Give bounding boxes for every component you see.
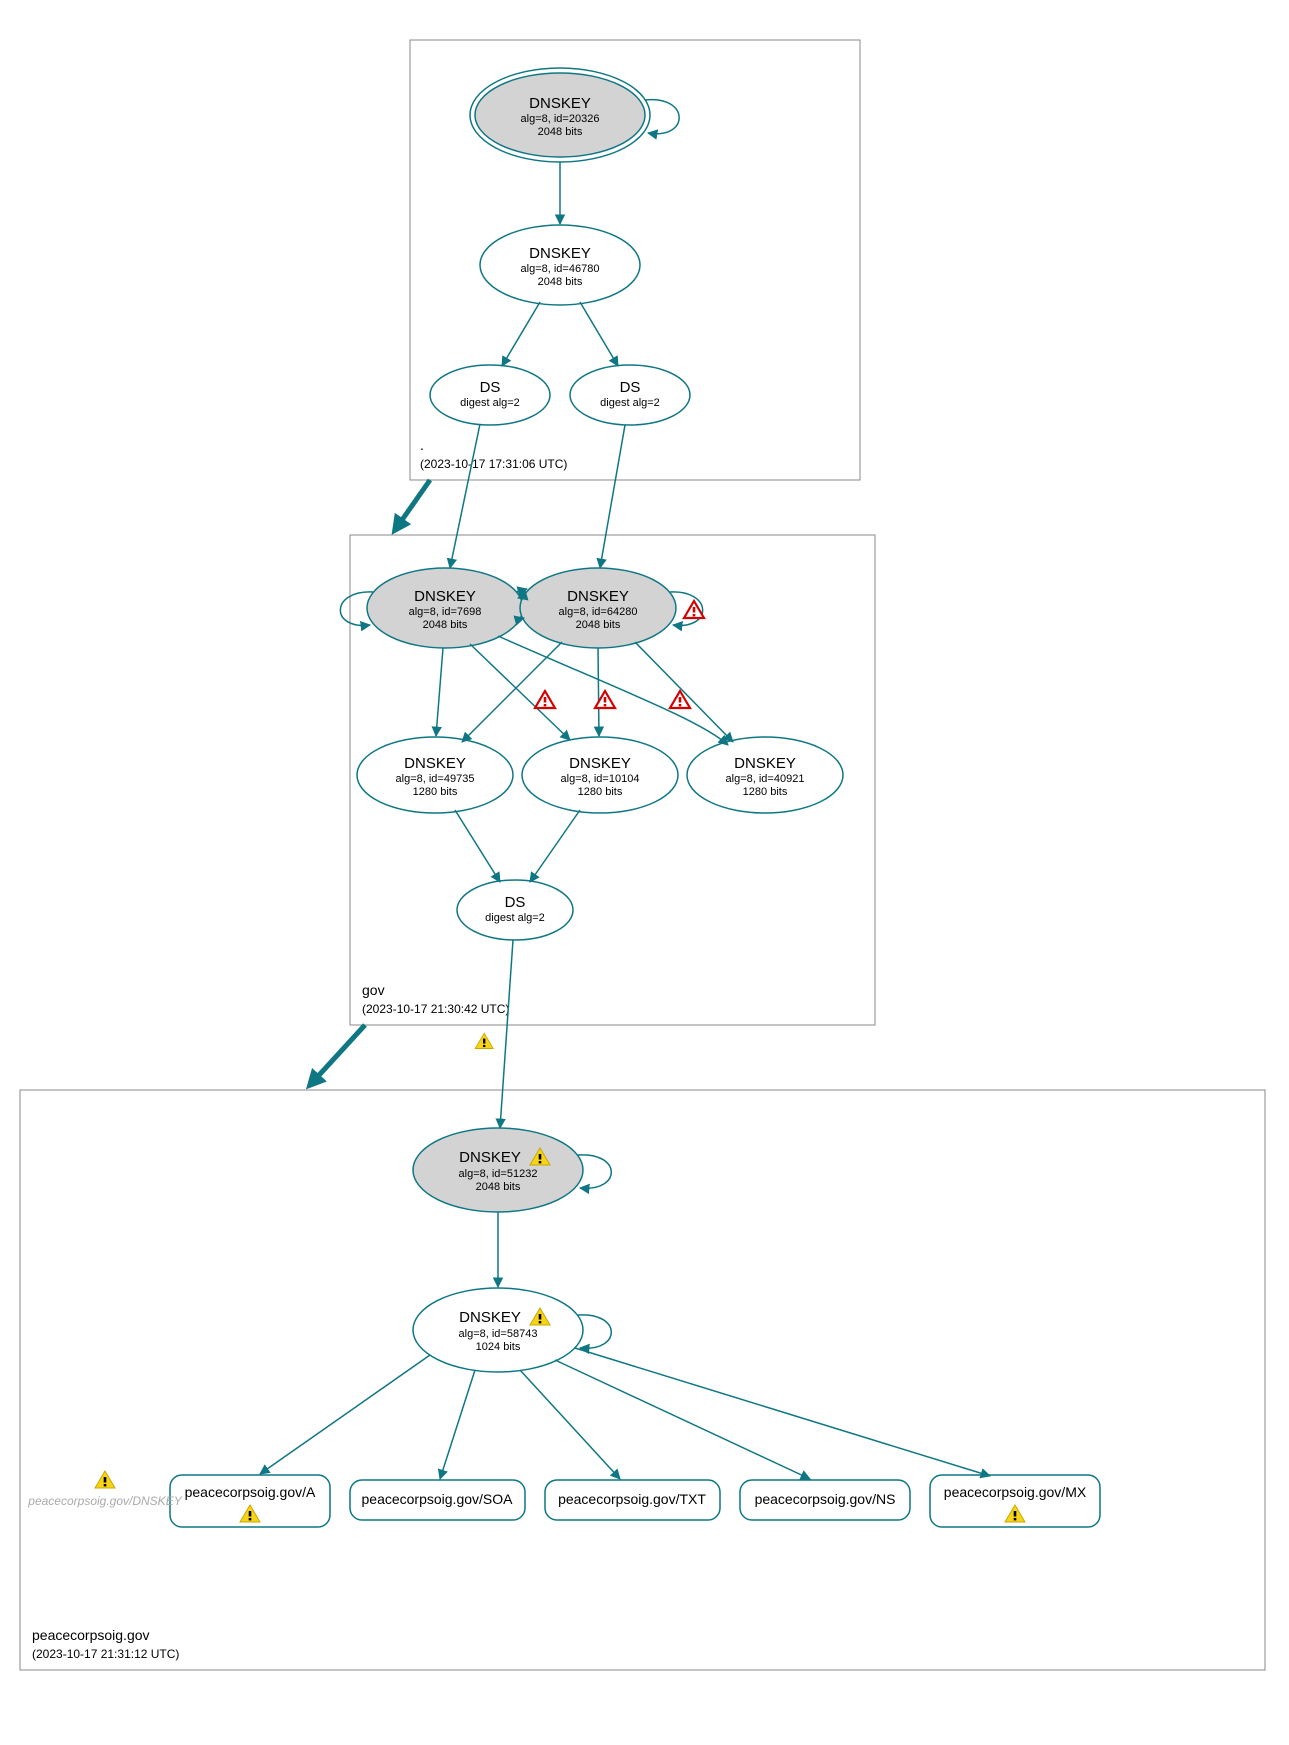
svg-text:alg=8, id=46780: alg=8, id=46780 xyxy=(521,263,600,275)
node-root-ds2: DS digest alg=2 xyxy=(570,365,690,425)
edge-zsk-txt xyxy=(520,1370,620,1479)
edge-govk1-govk4 xyxy=(470,644,570,740)
svg-text:alg=8, id=20326: alg=8, id=20326 xyxy=(521,113,600,125)
node-root-zsk: DNSKEY alg=8, id=46780 2048 bits xyxy=(480,225,640,305)
svg-text:DNSKEY: DNSKEY xyxy=(459,1309,521,1326)
svg-text:alg=8, id=58743: alg=8, id=58743 xyxy=(459,1328,538,1340)
edge-govk4-govds xyxy=(530,810,580,882)
svg-text:digest alg=2: digest alg=2 xyxy=(485,912,545,924)
svg-text:DNSKEY: DNSKEY xyxy=(404,755,466,772)
svg-text:2048 bits: 2048 bits xyxy=(576,619,621,631)
svg-text:DNSKEY: DNSKEY xyxy=(529,95,591,112)
edge-govzone-domainzone xyxy=(310,1025,365,1085)
zone-gov-name: gov xyxy=(362,982,385,998)
edge-ds1-govk1 xyxy=(450,424,480,568)
edge-rootzsk-ds2 xyxy=(580,302,618,366)
node-dom-zsk: DNSKEY alg=8, id=58743 1024 bits xyxy=(413,1288,583,1372)
zone-gov-timestamp: (2023-10-17 21:30:42 UTC) xyxy=(362,1002,509,1016)
edge-govk1-govk2 xyxy=(516,589,527,592)
svg-text:alg=8, id=49735: alg=8, id=49735 xyxy=(396,773,475,785)
node-gov-k3: DNSKEY alg=8, id=49735 1280 bits xyxy=(357,737,513,813)
node-root-ksk: DNSKEY alg=8, id=20326 2048 bits xyxy=(470,68,650,162)
node-rr-dnskey-missing: peacecorpsoig.gov/DNSKEY xyxy=(27,1471,182,1508)
zone-domain-name: peacecorpsoig.gov xyxy=(32,1627,150,1643)
svg-text:DS: DS xyxy=(480,379,501,396)
svg-text:DNSKEY: DNSKEY xyxy=(414,588,476,605)
node-gov-k5: DNSKEY alg=8, id=40921 1280 bits xyxy=(687,737,843,813)
svg-text:alg=8, id=64280: alg=8, id=64280 xyxy=(559,606,638,618)
edge-govds-domksk xyxy=(500,940,513,1128)
node-gov-k4: DNSKEY alg=8, id=10104 1280 bits xyxy=(522,737,678,813)
svg-text:peacecorpsoig.gov/TXT: peacecorpsoig.gov/TXT xyxy=(558,1491,706,1507)
svg-text:peacecorpsoig.gov/MX: peacecorpsoig.gov/MX xyxy=(944,1484,1087,1500)
svg-text:DS: DS xyxy=(620,379,641,396)
svg-text:digest alg=2: digest alg=2 xyxy=(600,397,660,409)
svg-text:DNSKEY: DNSKEY xyxy=(459,1149,521,1166)
svg-text:peacecorpsoig.gov/DNSKEY: peacecorpsoig.gov/DNSKEY xyxy=(27,1494,182,1508)
svg-text:1280 bits: 1280 bits xyxy=(578,786,623,798)
warning-icon xyxy=(475,1033,493,1048)
edge-govk1-govk3 xyxy=(436,648,443,736)
svg-text:alg=8, id=7698: alg=8, id=7698 xyxy=(409,606,482,618)
zone-domain-box xyxy=(20,1090,1265,1670)
svg-text:alg=8, id=51232: alg=8, id=51232 xyxy=(459,1168,538,1180)
warn-red-icon xyxy=(535,691,555,708)
edge-zsk-mx xyxy=(575,1348,990,1476)
edge-rootzsk-ds1 xyxy=(502,302,540,366)
svg-text:2048 bits: 2048 bits xyxy=(476,1181,521,1193)
svg-text:1280 bits: 1280 bits xyxy=(743,786,788,798)
zone-root-name: . xyxy=(420,437,424,453)
edge-govk1-govk5 xyxy=(498,636,728,745)
zone-domain-timestamp: (2023-10-17 21:31:12 UTC) xyxy=(32,1647,179,1661)
edge-govk2-govk5 xyxy=(635,642,733,742)
node-rr-mx: peacecorpsoig.gov/MX xyxy=(930,1475,1100,1527)
node-rr-soa: peacecorpsoig.gov/SOA xyxy=(350,1480,525,1520)
edge-govk2-govk3 xyxy=(462,642,562,742)
node-gov-k2: DNSKEY alg=8, id=64280 2048 bits xyxy=(520,568,676,648)
svg-text:2048 bits: 2048 bits xyxy=(538,126,583,138)
node-rr-txt: peacecorpsoig.gov/TXT xyxy=(545,1480,720,1520)
edge-zsk-a xyxy=(260,1355,430,1474)
svg-text:alg=8, id=40921: alg=8, id=40921 xyxy=(726,773,805,785)
svg-text:peacecorpsoig.gov/A: peacecorpsoig.gov/A xyxy=(185,1484,316,1500)
svg-text:digest alg=2: digest alg=2 xyxy=(460,397,520,409)
svg-text:1280 bits: 1280 bits xyxy=(413,786,458,798)
svg-text:DNSKEY: DNSKEY xyxy=(734,755,796,772)
svg-text:DS: DS xyxy=(505,894,526,911)
edge-zsk-ns xyxy=(555,1360,810,1479)
node-gov-ds: DS digest alg=2 xyxy=(457,880,573,940)
edge-zsk-soa xyxy=(440,1370,475,1479)
svg-text:1024 bits: 1024 bits xyxy=(476,1341,521,1353)
svg-text:DNSKEY: DNSKEY xyxy=(567,588,629,605)
svg-text:peacecorpsoig.gov/SOA: peacecorpsoig.gov/SOA xyxy=(362,1491,514,1507)
edge-govk3-govds xyxy=(455,810,500,882)
node-rr-a: peacecorpsoig.gov/A xyxy=(170,1475,330,1527)
warning-icon xyxy=(95,1471,115,1488)
node-rr-ns: peacecorpsoig.gov/NS xyxy=(740,1480,910,1520)
svg-text:DNSKEY: DNSKEY xyxy=(569,755,631,772)
zone-root-timestamp: (2023-10-17 17:31:06 UTC) xyxy=(420,457,567,471)
node-root-ds1: DS digest alg=2 xyxy=(430,365,550,425)
svg-text:DNSKEY: DNSKEY xyxy=(529,245,591,262)
svg-text:alg=8, id=10104: alg=8, id=10104 xyxy=(561,773,640,785)
svg-text:2048 bits: 2048 bits xyxy=(538,276,583,288)
edge-rootzone-govzone xyxy=(395,480,430,530)
edge-govk2-govk4 xyxy=(598,648,599,736)
warn-red-icon xyxy=(670,691,690,708)
svg-text:2048 bits: 2048 bits xyxy=(423,619,468,631)
svg-text:peacecorpsoig.gov/NS: peacecorpsoig.gov/NS xyxy=(755,1491,896,1507)
edge-ds2-govk2 xyxy=(600,425,625,568)
